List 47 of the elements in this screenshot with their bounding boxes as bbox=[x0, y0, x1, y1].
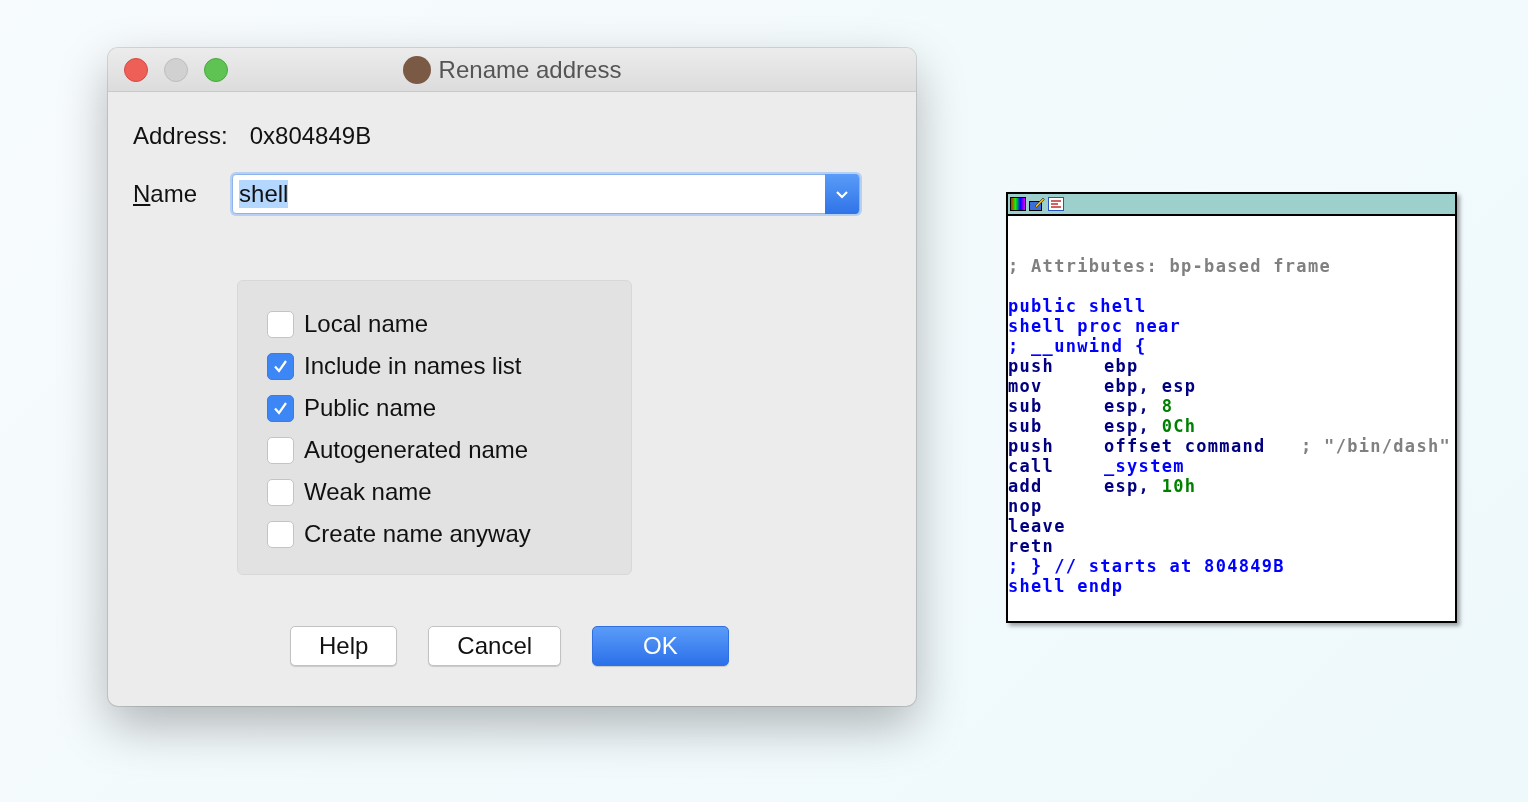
address-label: Address: bbox=[133, 122, 228, 150]
edit-icon[interactable] bbox=[1029, 197, 1045, 211]
graph-view-icon[interactable] bbox=[1048, 197, 1064, 211]
minimize-button[interactable] bbox=[164, 57, 188, 82]
checkbox[interactable] bbox=[267, 394, 294, 422]
name-combo-box[interactable]: shell bbox=[232, 174, 861, 214]
code-line: public shell bbox=[1008, 296, 1148, 316]
checkbox[interactable] bbox=[267, 478, 294, 506]
checkbox-label[interactable]: Weak name bbox=[304, 478, 432, 506]
avatar-icon bbox=[402, 55, 431, 84]
window-title: Rename address bbox=[438, 55, 622, 84]
checkbox-label[interactable]: Include in names list bbox=[304, 352, 522, 380]
checkbox[interactable] bbox=[267, 520, 294, 548]
code-line: retn bbox=[1008, 536, 1056, 556]
code-line: shell proc near bbox=[1008, 316, 1183, 336]
chevron-down-icon bbox=[835, 189, 850, 199]
code-line: add esp, 10h bbox=[1008, 476, 1198, 496]
code-line: shell endp bbox=[1008, 576, 1125, 596]
checkbox-label[interactable]: Public name bbox=[304, 394, 437, 422]
dialog-button[interactable]: Help bbox=[290, 626, 398, 666]
code-line: sub esp, 0Ch bbox=[1008, 416, 1198, 436]
checkmark-icon bbox=[273, 359, 288, 373]
code-line: sub esp, 8 bbox=[1008, 396, 1175, 416]
dialog-button[interactable]: Cancel bbox=[428, 626, 562, 666]
checkmark-icon bbox=[273, 401, 288, 415]
code-line: leave bbox=[1008, 516, 1067, 536]
code-line: call _system bbox=[1008, 456, 1186, 476]
checkbox-label[interactable]: Create name anyway bbox=[304, 520, 531, 548]
code-line: ; __unwind { bbox=[1008, 336, 1148, 356]
dialog-button[interactable]: OK bbox=[592, 626, 729, 666]
code-line: push ebp bbox=[1008, 356, 1140, 376]
checkbox[interactable] bbox=[267, 352, 294, 380]
checkbox-label[interactable]: Local name bbox=[304, 310, 429, 338]
address-value: 0x804849B bbox=[249, 122, 372, 150]
code-line: push offset command ; "/bin/dash" bbox=[1008, 436, 1452, 456]
color-palette-icon[interactable] bbox=[1010, 197, 1026, 211]
close-button[interactable] bbox=[124, 57, 148, 82]
checkbox-label[interactable]: Autogenerated name bbox=[304, 436, 529, 464]
code-line: ; } // starts at 804849B bbox=[1008, 556, 1286, 576]
checkbox[interactable] bbox=[267, 310, 294, 338]
zoom-button[interactable] bbox=[204, 57, 228, 82]
name-label: Name bbox=[133, 180, 198, 208]
code-line: mov ebp, esp bbox=[1008, 376, 1198, 396]
checkbox[interactable] bbox=[267, 436, 294, 464]
code-line: nop bbox=[1008, 496, 1044, 516]
dropdown-button[interactable] bbox=[825, 174, 860, 214]
code-line: ; Attributes: bp-based frame bbox=[1008, 256, 1332, 276]
